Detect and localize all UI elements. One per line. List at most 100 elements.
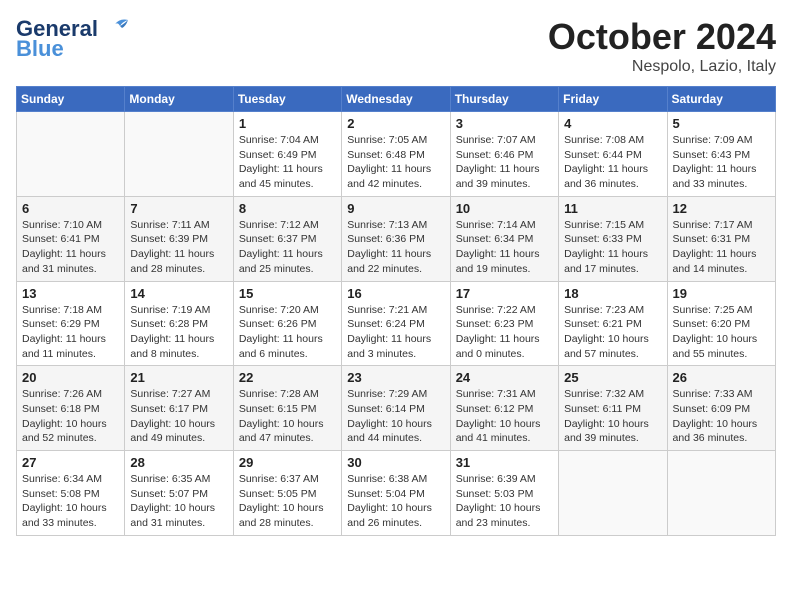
weekday-header-row: SundayMondayTuesdayWednesdayThursdayFrid…: [17, 87, 776, 112]
weekday-header-monday: Monday: [125, 87, 233, 112]
day-number: 15: [239, 286, 336, 301]
day-number: 14: [130, 286, 227, 301]
day-number: 19: [673, 286, 770, 301]
day-cell: 15 Sunrise: 7:20 AM Sunset: 6:26 PM Dayli…: [233, 281, 341, 366]
title-block: October 2024 Nespolo, Lazio, Italy: [548, 16, 776, 76]
day-number: 27: [22, 455, 119, 470]
day-info: Sunrise: 7:27 AM Sunset: 6:17 PM Dayligh…: [130, 387, 227, 446]
day-info: Sunrise: 7:31 AM Sunset: 6:12 PM Dayligh…: [456, 387, 553, 446]
day-number: 16: [347, 286, 444, 301]
day-info: Sunrise: 7:33 AM Sunset: 6:09 PM Dayligh…: [673, 387, 770, 446]
day-cell: 3 Sunrise: 7:07 AM Sunset: 6:46 PM Daylig…: [450, 112, 558, 197]
day-number: 2: [347, 116, 444, 131]
day-cell: 12 Sunrise: 7:17 AM Sunset: 6:31 PM Dayli…: [667, 196, 775, 281]
day-number: 4: [564, 116, 661, 131]
page-header: General Blue October 2024 Nespolo, Lazio…: [16, 16, 776, 76]
day-info: Sunrise: 7:19 AM Sunset: 6:28 PM Dayligh…: [130, 303, 227, 362]
day-number: 9: [347, 201, 444, 216]
day-number: 13: [22, 286, 119, 301]
day-number: 26: [673, 370, 770, 385]
logo-bird-icon: [100, 16, 130, 38]
day-info: Sunrise: 7:29 AM Sunset: 6:14 PM Dayligh…: [347, 387, 444, 446]
day-cell: 4 Sunrise: 7:08 AM Sunset: 6:44 PM Daylig…: [559, 112, 667, 197]
day-cell: [559, 451, 667, 536]
day-info: Sunrise: 7:17 AM Sunset: 6:31 PM Dayligh…: [673, 218, 770, 277]
day-number: 22: [239, 370, 336, 385]
day-info: Sunrise: 7:32 AM Sunset: 6:11 PM Dayligh…: [564, 387, 661, 446]
day-number: 21: [130, 370, 227, 385]
day-cell: 5 Sunrise: 7:09 AM Sunset: 6:43 PM Daylig…: [667, 112, 775, 197]
day-info: Sunrise: 7:07 AM Sunset: 6:46 PM Dayligh…: [456, 133, 553, 192]
day-cell: [667, 451, 775, 536]
day-info: Sunrise: 7:12 AM Sunset: 6:37 PM Dayligh…: [239, 218, 336, 277]
day-number: 24: [456, 370, 553, 385]
day-cell: 21 Sunrise: 7:27 AM Sunset: 6:17 PM Dayli…: [125, 366, 233, 451]
day-cell: 2 Sunrise: 7:05 AM Sunset: 6:48 PM Daylig…: [342, 112, 450, 197]
day-cell: 23Sunrise: 7:29 AM Sunset: 6:14 PM Dayli…: [342, 366, 450, 451]
day-number: 11: [564, 201, 661, 216]
day-cell: 22Sunrise: 7:28 AM Sunset: 6:15 PM Dayli…: [233, 366, 341, 451]
day-info: Sunrise: 6:37 AM Sunset: 5:05 PM Dayligh…: [239, 472, 336, 531]
month-title: October 2024: [548, 16, 776, 58]
day-info: Sunrise: 7:11 AM Sunset: 6:39 PM Dayligh…: [130, 218, 227, 277]
day-number: 12: [673, 201, 770, 216]
day-cell: 18 Sunrise: 7:23 AM Sunset: 6:21 PM Dayli…: [559, 281, 667, 366]
day-cell: 11Sunrise: 7:15 AM Sunset: 6:33 PM Dayli…: [559, 196, 667, 281]
day-info: Sunrise: 6:34 AM Sunset: 5:08 PM Dayligh…: [22, 472, 119, 531]
day-info: Sunrise: 7:21 AM Sunset: 6:24 PM Dayligh…: [347, 303, 444, 362]
day-cell: 14 Sunrise: 7:19 AM Sunset: 6:28 PM Dayli…: [125, 281, 233, 366]
day-info: Sunrise: 7:25 AM Sunset: 6:20 PM Dayligh…: [673, 303, 770, 362]
day-cell: 31Sunrise: 6:39 AM Sunset: 5:03 PM Dayli…: [450, 451, 558, 536]
day-number: 3: [456, 116, 553, 131]
weekday-header-saturday: Saturday: [667, 87, 775, 112]
day-cell: 1 Sunrise: 7:04 AM Sunset: 6:49 PM Daylig…: [233, 112, 341, 197]
day-cell: 7Sunrise: 7:11 AM Sunset: 6:39 PM Daylig…: [125, 196, 233, 281]
day-info: Sunrise: 7:23 AM Sunset: 6:21 PM Dayligh…: [564, 303, 661, 362]
day-number: 6: [22, 201, 119, 216]
day-cell: 24 Sunrise: 7:31 AM Sunset: 6:12 PM Dayli…: [450, 366, 558, 451]
day-cell: 30 Sunrise: 6:38 AM Sunset: 5:04 PM Dayli…: [342, 451, 450, 536]
day-info: Sunrise: 7:08 AM Sunset: 6:44 PM Dayligh…: [564, 133, 661, 192]
day-info: Sunrise: 7:05 AM Sunset: 6:48 PM Dayligh…: [347, 133, 444, 192]
week-row-5: 27 Sunrise: 6:34 AM Sunset: 5:08 PM Dayli…: [17, 451, 776, 536]
day-info: Sunrise: 6:38 AM Sunset: 5:04 PM Dayligh…: [347, 472, 444, 531]
week-row-1: 1 Sunrise: 7:04 AM Sunset: 6:49 PM Daylig…: [17, 112, 776, 197]
day-info: Sunrise: 7:04 AM Sunset: 6:49 PM Dayligh…: [239, 133, 336, 192]
day-info: Sunrise: 7:09 AM Sunset: 6:43 PM Dayligh…: [673, 133, 770, 192]
day-cell: 27 Sunrise: 6:34 AM Sunset: 5:08 PM Dayli…: [17, 451, 125, 536]
day-cell: 13 Sunrise: 7:18 AM Sunset: 6:29 PM Dayli…: [17, 281, 125, 366]
weekday-header-wednesday: Wednesday: [342, 87, 450, 112]
weekday-header-sunday: Sunday: [17, 87, 125, 112]
week-row-3: 13 Sunrise: 7:18 AM Sunset: 6:29 PM Dayli…: [17, 281, 776, 366]
day-info: Sunrise: 7:13 AM Sunset: 6:36 PM Dayligh…: [347, 218, 444, 277]
day-number: 20: [22, 370, 119, 385]
day-number: 8: [239, 201, 336, 216]
logo-blue: Blue: [16, 36, 64, 62]
weekday-header-friday: Friday: [559, 87, 667, 112]
week-row-2: 6 Sunrise: 7:10 AM Sunset: 6:41 PM Daylig…: [17, 196, 776, 281]
day-cell: 25 Sunrise: 7:32 AM Sunset: 6:11 PM Dayli…: [559, 366, 667, 451]
day-info: Sunrise: 7:10 AM Sunset: 6:41 PM Dayligh…: [22, 218, 119, 277]
location-title: Nespolo, Lazio, Italy: [548, 58, 776, 76]
day-info: Sunrise: 7:26 AM Sunset: 6:18 PM Dayligh…: [22, 387, 119, 446]
day-number: 28: [130, 455, 227, 470]
day-number: 5: [673, 116, 770, 131]
day-cell: 8 Sunrise: 7:12 AM Sunset: 6:37 PM Daylig…: [233, 196, 341, 281]
day-cell: 9 Sunrise: 7:13 AM Sunset: 6:36 PM Daylig…: [342, 196, 450, 281]
day-number: 1: [239, 116, 336, 131]
week-row-4: 20 Sunrise: 7:26 AM Sunset: 6:18 PM Dayli…: [17, 366, 776, 451]
weekday-header-thursday: Thursday: [450, 87, 558, 112]
day-info: Sunrise: 7:22 AM Sunset: 6:23 PM Dayligh…: [456, 303, 553, 362]
day-info: Sunrise: 7:14 AM Sunset: 6:34 PM Dayligh…: [456, 218, 553, 277]
day-cell: 6 Sunrise: 7:10 AM Sunset: 6:41 PM Daylig…: [17, 196, 125, 281]
day-number: 25: [564, 370, 661, 385]
day-number: 18: [564, 286, 661, 301]
calendar-table: SundayMondayTuesdayWednesdayThursdayFrid…: [16, 86, 776, 536]
day-cell: 10Sunrise: 7:14 AM Sunset: 6:34 PM Dayli…: [450, 196, 558, 281]
day-info: Sunrise: 7:18 AM Sunset: 6:29 PM Dayligh…: [22, 303, 119, 362]
day-number: 17: [456, 286, 553, 301]
day-info: Sunrise: 7:20 AM Sunset: 6:26 PM Dayligh…: [239, 303, 336, 362]
day-number: 30: [347, 455, 444, 470]
day-cell: 16 Sunrise: 7:21 AM Sunset: 6:24 PM Dayli…: [342, 281, 450, 366]
day-cell: 20 Sunrise: 7:26 AM Sunset: 6:18 PM Dayli…: [17, 366, 125, 451]
